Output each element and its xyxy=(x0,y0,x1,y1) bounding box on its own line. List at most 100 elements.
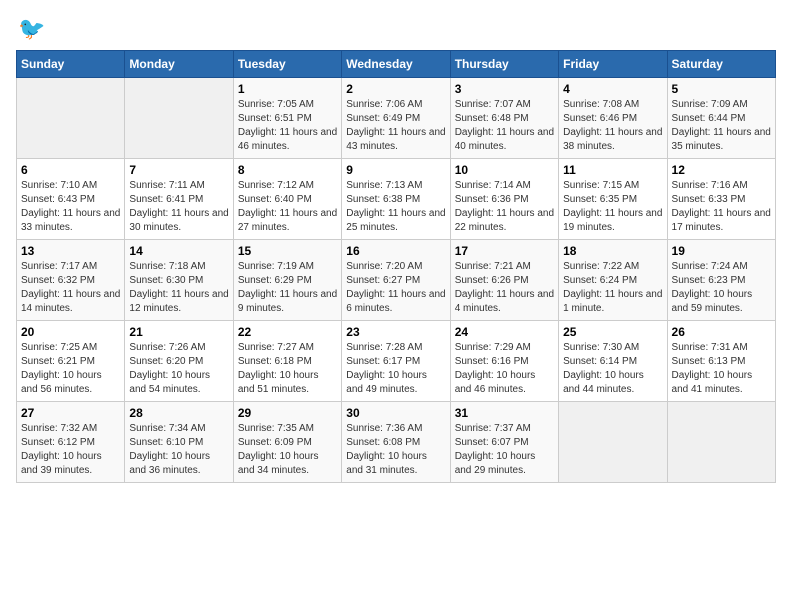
day-number: 2 xyxy=(346,82,445,96)
day-info: Sunrise: 7:29 AMSunset: 6:16 PMDaylight:… xyxy=(455,341,554,397)
day-of-week-header: Wednesday xyxy=(342,51,450,78)
day-info: Sunrise: 7:20 AMSunset: 6:27 PMDaylight:… xyxy=(346,260,445,316)
day-info: Sunrise: 7:31 AMSunset: 6:13 PMDaylight:… xyxy=(672,341,771,397)
day-info: Sunrise: 7:10 AMSunset: 6:43 PMDaylight:… xyxy=(21,179,120,235)
day-of-week-header: Thursday xyxy=(450,51,558,78)
day-info: Sunrise: 7:05 AMSunset: 6:51 PMDaylight:… xyxy=(238,98,337,154)
day-number: 3 xyxy=(455,82,554,96)
day-number: 1 xyxy=(238,82,337,96)
day-number: 28 xyxy=(129,406,228,420)
calendar-table: SundayMondayTuesdayWednesdayThursdayFrid… xyxy=(16,50,776,483)
day-info: Sunrise: 7:06 AMSunset: 6:49 PMDaylight:… xyxy=(346,98,445,154)
day-number: 4 xyxy=(563,82,662,96)
day-info: Sunrise: 7:27 AMSunset: 6:18 PMDaylight:… xyxy=(238,341,337,397)
calendar-cell: 15 Sunrise: 7:19 AMSunset: 6:29 PMDayligh… xyxy=(233,240,341,321)
calendar-cell: 14 Sunrise: 7:18 AMSunset: 6:30 PMDayligh… xyxy=(125,240,233,321)
day-info: Sunrise: 7:12 AMSunset: 6:40 PMDaylight:… xyxy=(238,179,337,235)
calendar-cell: 7 Sunrise: 7:11 AMSunset: 6:41 PMDaylight… xyxy=(125,159,233,240)
day-number: 10 xyxy=(455,163,554,177)
day-info: Sunrise: 7:32 AMSunset: 6:12 PMDaylight:… xyxy=(21,422,120,478)
calendar-cell: 31 Sunrise: 7:37 AMSunset: 6:07 PMDayligh… xyxy=(450,402,558,483)
day-info: Sunrise: 7:37 AMSunset: 6:07 PMDaylight:… xyxy=(455,422,554,478)
calendar-cell: 18 Sunrise: 7:22 AMSunset: 6:24 PMDayligh… xyxy=(559,240,667,321)
day-number: 5 xyxy=(672,82,771,96)
day-number: 15 xyxy=(238,244,337,258)
day-of-week-header: Saturday xyxy=(667,51,775,78)
day-number: 19 xyxy=(672,244,771,258)
day-number: 8 xyxy=(238,163,337,177)
calendar-cell: 29 Sunrise: 7:35 AMSunset: 6:09 PMDayligh… xyxy=(233,402,341,483)
day-number: 16 xyxy=(346,244,445,258)
day-number: 27 xyxy=(21,406,120,420)
calendar-cell: 19 Sunrise: 7:24 AMSunset: 6:23 PMDayligh… xyxy=(667,240,775,321)
calendar-cell: 1 Sunrise: 7:05 AMSunset: 6:51 PMDaylight… xyxy=(233,78,341,159)
calendar-cell: 30 Sunrise: 7:36 AMSunset: 6:08 PMDayligh… xyxy=(342,402,450,483)
calendar-cell: 5 Sunrise: 7:09 AMSunset: 6:44 PMDaylight… xyxy=(667,78,775,159)
day-info: Sunrise: 7:22 AMSunset: 6:24 PMDaylight:… xyxy=(563,260,662,316)
day-info: Sunrise: 7:17 AMSunset: 6:32 PMDaylight:… xyxy=(21,260,120,316)
calendar-body: 1 Sunrise: 7:05 AMSunset: 6:51 PMDaylight… xyxy=(17,78,776,483)
day-info: Sunrise: 7:28 AMSunset: 6:17 PMDaylight:… xyxy=(346,341,445,397)
header: 🐦 xyxy=(16,16,776,42)
day-info: Sunrise: 7:08 AMSunset: 6:46 PMDaylight:… xyxy=(563,98,662,154)
calendar-cell xyxy=(17,78,125,159)
day-info: Sunrise: 7:35 AMSunset: 6:09 PMDaylight:… xyxy=(238,422,337,478)
calendar-cell: 28 Sunrise: 7:34 AMSunset: 6:10 PMDayligh… xyxy=(125,402,233,483)
day-info: Sunrise: 7:34 AMSunset: 6:10 PMDaylight:… xyxy=(129,422,228,478)
calendar-header-row: SundayMondayTuesdayWednesdayThursdayFrid… xyxy=(17,51,776,78)
day-number: 18 xyxy=(563,244,662,258)
day-number: 6 xyxy=(21,163,120,177)
day-info: Sunrise: 7:16 AMSunset: 6:33 PMDaylight:… xyxy=(672,179,771,235)
calendar-week-row: 20 Sunrise: 7:25 AMSunset: 6:21 PMDayligh… xyxy=(17,321,776,402)
calendar-cell xyxy=(125,78,233,159)
day-number: 30 xyxy=(346,406,445,420)
day-number: 17 xyxy=(455,244,554,258)
day-number: 25 xyxy=(563,325,662,339)
calendar-cell: 23 Sunrise: 7:28 AMSunset: 6:17 PMDayligh… xyxy=(342,321,450,402)
day-number: 14 xyxy=(129,244,228,258)
day-number: 9 xyxy=(346,163,445,177)
calendar-cell: 21 Sunrise: 7:26 AMSunset: 6:20 PMDayligh… xyxy=(125,321,233,402)
calendar-cell: 11 Sunrise: 7:15 AMSunset: 6:35 PMDayligh… xyxy=(559,159,667,240)
day-info: Sunrise: 7:21 AMSunset: 6:26 PMDaylight:… xyxy=(455,260,554,316)
calendar-cell: 4 Sunrise: 7:08 AMSunset: 6:46 PMDaylight… xyxy=(559,78,667,159)
day-number: 11 xyxy=(563,163,662,177)
day-info: Sunrise: 7:11 AMSunset: 6:41 PMDaylight:… xyxy=(129,179,228,235)
day-of-week-header: Tuesday xyxy=(233,51,341,78)
calendar-cell xyxy=(559,402,667,483)
day-info: Sunrise: 7:18 AMSunset: 6:30 PMDaylight:… xyxy=(129,260,228,316)
day-number: 21 xyxy=(129,325,228,339)
day-number: 31 xyxy=(455,406,554,420)
calendar-cell: 8 Sunrise: 7:12 AMSunset: 6:40 PMDaylight… xyxy=(233,159,341,240)
day-info: Sunrise: 7:26 AMSunset: 6:20 PMDaylight:… xyxy=(129,341,228,397)
day-info: Sunrise: 7:25 AMSunset: 6:21 PMDaylight:… xyxy=(21,341,120,397)
day-info: Sunrise: 7:15 AMSunset: 6:35 PMDaylight:… xyxy=(563,179,662,235)
calendar-cell: 25 Sunrise: 7:30 AMSunset: 6:14 PMDayligh… xyxy=(559,321,667,402)
calendar-cell: 12 Sunrise: 7:16 AMSunset: 6:33 PMDayligh… xyxy=(667,159,775,240)
calendar-cell: 3Sunrise: 7:07 AMSunset: 6:48 PMDaylight… xyxy=(450,78,558,159)
calendar-cell: 9Sunrise: 7:13 AMSunset: 6:38 PMDaylight… xyxy=(342,159,450,240)
day-of-week-header: Monday xyxy=(125,51,233,78)
day-number: 7 xyxy=(129,163,228,177)
logo: 🐦 xyxy=(16,16,45,42)
day-number: 23 xyxy=(346,325,445,339)
day-number: 24 xyxy=(455,325,554,339)
day-number: 13 xyxy=(21,244,120,258)
day-number: 12 xyxy=(672,163,771,177)
calendar-cell: 22Sunrise: 7:27 AMSunset: 6:18 PMDayligh… xyxy=(233,321,341,402)
calendar-week-row: 6 Sunrise: 7:10 AMSunset: 6:43 PMDaylight… xyxy=(17,159,776,240)
day-info: Sunrise: 7:19 AMSunset: 6:29 PMDaylight:… xyxy=(238,260,337,316)
calendar-cell: 10Sunrise: 7:14 AMSunset: 6:36 PMDayligh… xyxy=(450,159,558,240)
calendar-cell: 17 Sunrise: 7:21 AMSunset: 6:26 PMDayligh… xyxy=(450,240,558,321)
day-number: 26 xyxy=(672,325,771,339)
day-number: 29 xyxy=(238,406,337,420)
calendar-cell: 20 Sunrise: 7:25 AMSunset: 6:21 PMDayligh… xyxy=(17,321,125,402)
day-info: Sunrise: 7:24 AMSunset: 6:23 PMDaylight:… xyxy=(672,260,771,316)
day-number: 20 xyxy=(21,325,120,339)
calendar-cell: 13 Sunrise: 7:17 AMSunset: 6:32 PMDayligh… xyxy=(17,240,125,321)
day-info: Sunrise: 7:30 AMSunset: 6:14 PMDaylight:… xyxy=(563,341,662,397)
day-info: Sunrise: 7:09 AMSunset: 6:44 PMDaylight:… xyxy=(672,98,771,154)
calendar-cell: 2 Sunrise: 7:06 AMSunset: 6:49 PMDaylight… xyxy=(342,78,450,159)
calendar-cell xyxy=(667,402,775,483)
day-info: Sunrise: 7:36 AMSunset: 6:08 PMDaylight:… xyxy=(346,422,445,478)
